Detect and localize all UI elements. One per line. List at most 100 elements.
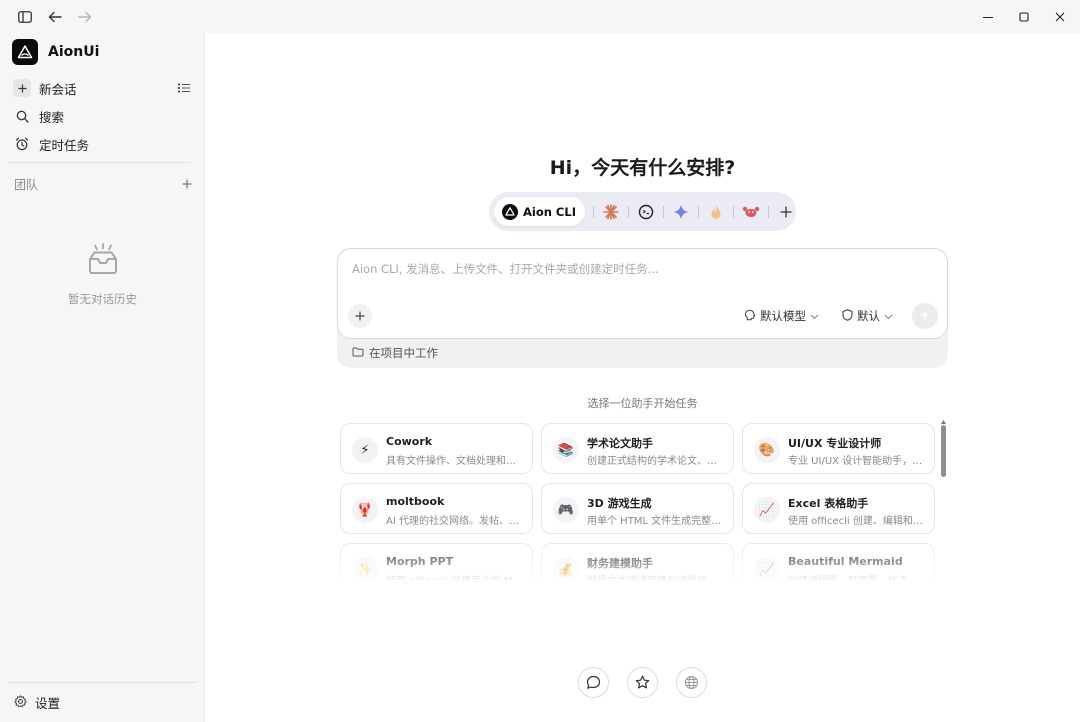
- add-team-icon[interactable]: [182, 178, 192, 192]
- chevron-down-icon: [810, 309, 819, 323]
- sidebar-divider: [8, 162, 191, 163]
- maximize-icon[interactable]: [1008, 0, 1040, 33]
- assistant-card-description: 用单个 HTML 文件生成完整的 3D 游戏: [587, 516, 725, 527]
- assistant-card-description: 使用 officecli 创建专业的 Morph 动画 PPT: [386, 572, 524, 580]
- team-section-header: 团队: [14, 176, 192, 193]
- scheduled-tasks-nav-item[interactable]: 定时任务: [8, 130, 197, 158]
- alarm-clock-icon: [13, 135, 31, 153]
- assistant-emoji-icon: 💰: [553, 557, 579, 580]
- assistant-emoji-icon: 📈: [754, 497, 780, 523]
- gear-icon: [14, 694, 27, 711]
- assistant-card[interactable]: ⚡ Cowork 具有文件操作、文档处理和多步骤工作流规划能力: [340, 423, 533, 474]
- globe-icon: [684, 675, 699, 690]
- close-icon[interactable]: [1044, 0, 1076, 33]
- agent-separator: [662, 205, 664, 218]
- gemini-spark-icon[interactable]: [672, 203, 690, 221]
- agent-selector: Aion CLI: [489, 192, 796, 231]
- aion-logo-icon: [502, 203, 518, 220]
- title-bar: [0, 0, 1080, 33]
- add-agent-icon[interactable]: [777, 203, 795, 221]
- assistant-card-title: moltbook: [386, 495, 445, 508]
- assistant-card-title: UI/UX 专业设计师: [788, 437, 882, 450]
- chevron-down-icon: [884, 309, 893, 323]
- assistant-card-description: 专业 UI/UX 设计智能助手，提供设计建议: [788, 456, 926, 467]
- assistant-card[interactable]: 🎮 3D 游戏生成用单个 HTML 文件生成完整的 3D 游戏: [541, 483, 734, 534]
- assistant-card-description: 创建流程图、时序图、状态图等图表: [788, 572, 926, 580]
- main-panel: Hi，今天有什么安排? Aion CLI Aion CLI, 发消息、上传文件、…: [205, 33, 1080, 722]
- scheduled-tasks-label: 定时任务: [39, 137, 90, 153]
- brand: AionUi: [12, 39, 99, 65]
- globe-button[interactable]: [676, 667, 707, 698]
- assistant-card-title: Beautiful Mermaid: [788, 555, 903, 568]
- list-view-icon[interactable]: [175, 79, 193, 97]
- assistant-card[interactable]: 📈 Beautiful Mermaid 创建流程图、时序图、状态图等图表: [742, 543, 935, 580]
- flame-icon[interactable]: [707, 203, 725, 221]
- agent-aion-cli[interactable]: Aion CLI: [494, 197, 585, 226]
- bottom-actions: [578, 667, 707, 698]
- page-title: Hi，今天有什么安排?: [549, 157, 736, 179]
- assistant-emoji-icon: ✨: [352, 557, 378, 580]
- sidebar-bottom-divider: [8, 682, 197, 683]
- search-icon: [13, 107, 31, 125]
- agent-separator: [697, 205, 699, 218]
- assistant-grid: ⚡ Cowork 具有文件操作、文档处理和多步骤工作流规划能力 📚 学术论文助手创建正式…: [340, 423, 936, 580]
- new-chat-label: 新会话: [39, 81, 77, 97]
- assistant-card[interactable]: ✨ Morph PPT 使用 officecli 创建专业的 Morph 动画 PP…: [340, 543, 533, 580]
- minimize-icon[interactable]: [972, 0, 1004, 33]
- assistant-grid-scrollbar[interactable]: [941, 425, 946, 477]
- assistant-card-title: Excel 表格助手: [788, 497, 869, 510]
- assistant-card[interactable]: 📈 Excel 表格助手使用 officecli 创建、编辑和分析表格: [742, 483, 935, 534]
- agent-separator: [592, 205, 594, 218]
- sidebar-toggle-icon[interactable]: [14, 6, 36, 28]
- search-label: 搜索: [39, 109, 65, 125]
- assistant-emoji-icon: 🎮: [553, 497, 579, 523]
- assistant-card-description: 创建正式结构的学术论文、研究报告: [587, 456, 725, 467]
- message-input[interactable]: Aion CLI, 发消息、上传文件、打开文件夹或创建定时任务...: [352, 261, 932, 277]
- composer-container: Aion CLI, 发消息、上传文件、打开文件夹或创建定时任务... 默认模型 …: [337, 248, 948, 368]
- send-button[interactable]: [912, 303, 938, 329]
- brain-icon: [744, 309, 756, 324]
- chat-bubble-button[interactable]: [578, 667, 609, 698]
- inbox-icon: [86, 243, 120, 279]
- settings-button[interactable]: 设置: [14, 693, 60, 712]
- forward-arrow-icon[interactable]: [74, 6, 96, 28]
- assistant-card[interactable]: 🎨 UI/UX 专业设计师专业 UI/UX 设计智能助手，提供设计建议: [742, 423, 935, 474]
- permission-selector[interactable]: 默认: [842, 308, 893, 324]
- assistant-emoji-icon: 🦞: [352, 497, 378, 523]
- back-arrow-icon[interactable]: [44, 6, 66, 28]
- attach-button[interactable]: [348, 304, 372, 328]
- aion-logo-icon: [12, 39, 38, 65]
- plus-icon: [355, 311, 365, 321]
- assistant-emoji-icon: 📚: [553, 437, 579, 463]
- agent-aion-cli-label: Aion CLI: [523, 204, 576, 219]
- sidebar-nav: 新会话 搜索 定时任务: [8, 74, 197, 158]
- model-selector[interactable]: 默认模型: [744, 308, 819, 324]
- claude-burst-icon[interactable]: [602, 203, 620, 221]
- assistant-card-title: Morph PPT: [386, 555, 454, 568]
- assistant-emoji-icon: ⚡: [352, 437, 378, 463]
- composer: Aion CLI, 发消息、上传文件、打开文件夹或创建定时任务... 默认模型 …: [337, 248, 948, 339]
- crab-icon[interactable]: [742, 203, 760, 221]
- assistant-emoji-icon: 📈: [754, 557, 780, 580]
- assistant-card-description: AI 代理的社交网络。发帖、评论、点赞: [386, 516, 524, 527]
- scroll-up-arrow-icon[interactable]: [941, 420, 946, 424]
- assistant-card[interactable]: 💰 财务建模助手根据文本描述和建公式驱动的财务模型: [541, 543, 734, 580]
- new-chat-button[interactable]: 新会话: [8, 74, 197, 102]
- assistant-card-description: 具有文件操作、文档处理和多步骤工作流规划能力: [386, 456, 524, 467]
- assistant-card[interactable]: 🦞 moltbook AI 代理的社交网络。发帖、评论、点赞: [340, 483, 533, 534]
- assistant-card[interactable]: 📚 学术论文助手创建正式结构的学术论文、研究报告: [541, 423, 734, 474]
- agent-separator: [627, 205, 629, 218]
- model-selector-label: 默认模型: [760, 309, 806, 323]
- search-nav-item[interactable]: 搜索: [8, 102, 197, 130]
- terminal-face-icon[interactable]: [637, 203, 655, 221]
- agent-separator: [767, 205, 769, 218]
- work-in-project-button[interactable]: 在项目中工作: [352, 345, 438, 361]
- work-in-project-label: 在项目中工作: [369, 346, 438, 360]
- favorites-button[interactable]: [627, 667, 658, 698]
- arrow-up-icon: [920, 311, 930, 322]
- chat-bubble-icon: [586, 675, 601, 689]
- empty-history-text: 暂无对话历史: [68, 292, 137, 306]
- plus-icon: [13, 79, 31, 97]
- assistant-card-description: 根据文本描述和建公式驱动的财务模型: [587, 572, 725, 580]
- app-name: AionUi: [48, 44, 100, 60]
